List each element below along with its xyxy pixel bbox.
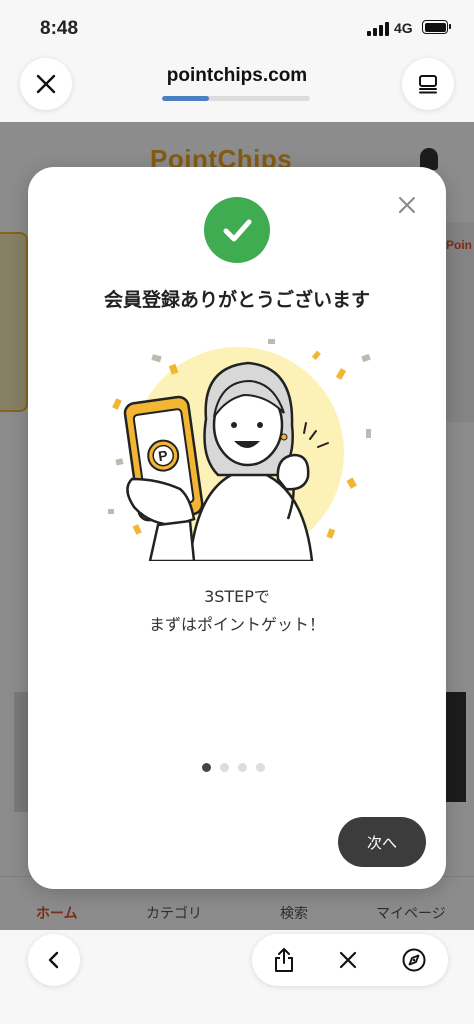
load-progress-fill [162,96,210,101]
subtitle-line-1: 3STEPで [204,587,270,606]
next-button[interactable]: 次へ [338,817,426,867]
back-button[interactable] [28,934,80,986]
step-indicator [202,763,265,773]
status-bar: 8:48 4G [0,0,474,56]
compass-icon [402,948,426,972]
load-progress-bar [162,96,310,101]
check-icon [223,219,252,242]
modal-subtitle: 3STEPで まずはポイントゲット！ [28,583,446,639]
tabs-button[interactable] [402,58,454,110]
step-dot[interactable] [256,763,265,772]
modal-title: 会員登録ありがとうございます [103,289,370,311]
browser-actions [252,934,448,986]
status-time: 8:48 [40,18,79,39]
close-tab-button[interactable] [334,946,362,974]
cellular-signal-icon [367,22,389,36]
network-type: 4G [394,20,413,36]
step-dot[interactable] [238,763,247,772]
registration-complete-modal: 会員登録ありがとうございます P 3STEPで まずはポイントゲット！ 次へ [28,167,446,889]
modal-close-button[interactable] [394,192,420,218]
browser-top-bar: pointchips.com [0,56,474,122]
step-dot[interactable] [220,763,229,772]
share-icon [275,948,293,972]
close-icon [339,951,357,969]
compass-button[interactable] [400,946,428,974]
back-icon [48,951,59,969]
success-check-badge [204,197,270,263]
celebration-illustration: P [108,339,371,561]
browser-bottom-bar [0,930,474,1024]
battery-icon [422,20,451,34]
step-dot[interactable] [202,763,211,772]
subtitle-line-2: まずはポイントゲット！ [148,615,325,634]
share-button[interactable] [270,946,298,974]
close-icon [399,197,415,213]
tabs-icon [419,75,437,94]
